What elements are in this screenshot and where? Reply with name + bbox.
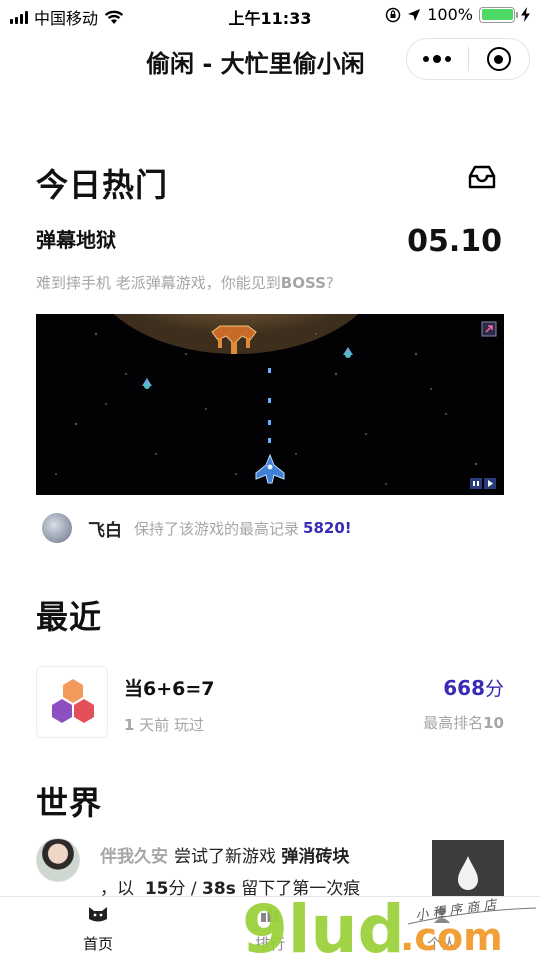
tab-bar: 首页 排行 个人 <box>0 896 540 960</box>
avatar[interactable] <box>42 513 72 543</box>
person-icon <box>434 907 450 923</box>
high-score-record: 飞白 保持了该游戏的最高记录 5820! <box>42 512 352 544</box>
close-mini-program-button[interactable] <box>468 38 529 80</box>
hexagon-game-icon <box>52 679 94 723</box>
section-title-recent: 最近 <box>36 598 103 636</box>
location-icon <box>408 8 421 21</box>
feed-game-name[interactable]: 弹消砖块 <box>281 847 349 867</box>
status-right: 100% <box>385 5 530 24</box>
target-icon <box>486 47 511 71</box>
tab-profile-label: 个人 <box>426 935 457 953</box>
recent-game-card[interactable]: 当6+6=7 1 天前 玩过 668分 最高排名10 <box>36 666 504 740</box>
battery-fill <box>481 9 513 20</box>
tab-ranking-label: 排行 <box>254 935 285 953</box>
page-title: 偷闲 - 大忙里偷小闲 <box>146 50 365 78</box>
recent-score-unit: 分 <box>484 678 504 700</box>
recent-game-name: 当6+6=7 <box>124 678 215 700</box>
today-game-desc: 难到摔手机 老派弹幕游戏，你能见到BOSS? <box>36 272 334 293</box>
feed-line-1: 伴我久安 尝试了新游戏 弹消砖块 <box>100 842 349 867</box>
feed-action: 尝试了新游戏 <box>174 847 276 867</box>
ranking-icon <box>261 907 279 922</box>
tab-profile[interactable]: 个人 <box>382 897 502 960</box>
game-banner[interactable] <box>36 314 504 495</box>
record-score: 5820! <box>303 519 352 537</box>
last-played-text: 天前 玩过 <box>139 716 204 734</box>
recent-score: 668分 <box>443 674 504 701</box>
recent-score-value: 668 <box>443 676 485 700</box>
cat-icon <box>89 907 107 922</box>
more-dots-icon <box>423 55 452 63</box>
best-rank: 最高排名10 <box>423 712 504 733</box>
space-shooter-artwork <box>36 314 504 495</box>
last-played: 1 天前 玩过 <box>124 714 204 735</box>
record-text: 保持了该游戏的最高记录 <box>134 519 300 538</box>
desc-prefix: 难到摔手机 老派弹幕游戏，你能见到 <box>36 274 281 292</box>
battery-icon <box>479 6 518 23</box>
status-bar: 中国移动 上午11:33 100% <box>0 0 540 30</box>
mini-program-capsule <box>406 38 530 80</box>
more-button[interactable] <box>407 38 468 80</box>
today-game-name[interactable]: 弹幕地狱 <box>36 224 116 253</box>
best-rank-value: 10 <box>483 714 504 732</box>
rotation-lock-icon <box>386 7 401 22</box>
battery-percent: 100% <box>427 5 473 24</box>
tab-home[interactable]: 首页 <box>38 897 158 960</box>
feed-user-name[interactable]: 伴我久安 <box>100 847 168 867</box>
droplet-icon <box>458 856 478 890</box>
world-feed-item[interactable]: 伴我久安 尝试了新游戏 弹消砖块 ，以 15分 / 38s 留下了第一次痕 <box>36 838 504 899</box>
inbox-icon[interactable] <box>467 164 497 190</box>
best-rank-label: 最高排名 <box>423 714 484 732</box>
section-title-today: 今日热门 <box>36 166 169 204</box>
today-date: 05.10 <box>407 224 502 259</box>
feed-game-thumbnail[interactable] <box>432 840 504 898</box>
section-title-world: 世界 <box>36 784 103 822</box>
tab-ranking[interactable]: 排行 <box>210 897 330 960</box>
tab-home-label: 首页 <box>82 935 113 953</box>
charging-icon <box>521 7 530 22</box>
desc-suffix: ? <box>325 274 334 292</box>
record-user-name[interactable]: 飞白 <box>88 516 122 541</box>
desc-boss: BOSS <box>280 274 326 292</box>
avatar[interactable] <box>36 838 80 882</box>
last-played-days: 1 <box>124 716 135 734</box>
nav-bar: 偷闲 - 大忙里偷小闲 <box>0 30 540 88</box>
game-thumbnail <box>36 666 108 738</box>
